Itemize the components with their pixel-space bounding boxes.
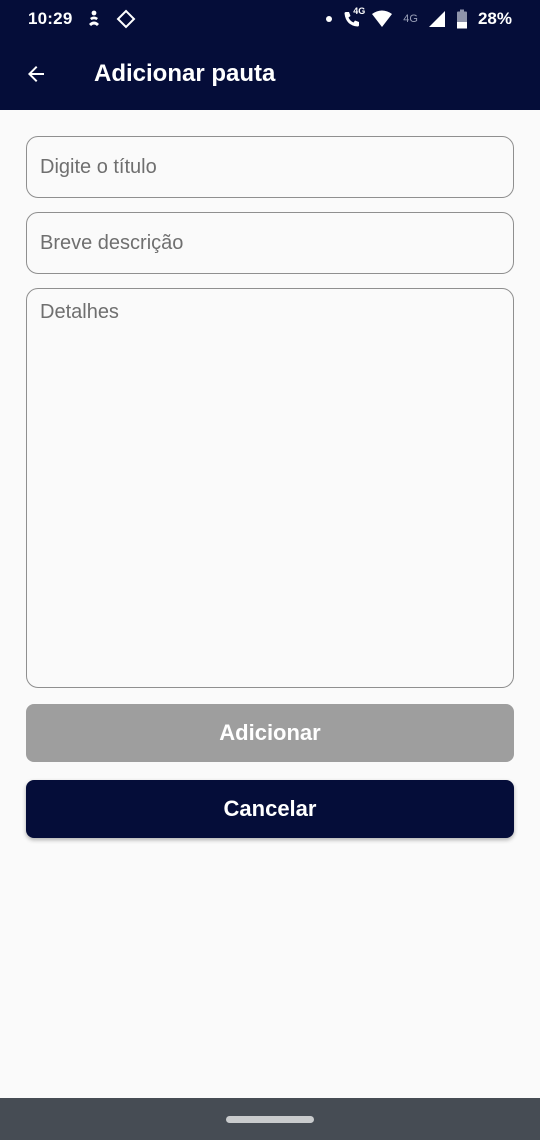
add-button[interactable]: Adicionar: [26, 704, 514, 762]
arrow-back-icon: [28, 66, 44, 82]
system-nav-bar: [0, 1098, 540, 1140]
wifi-icon: [371, 10, 393, 28]
battery-percentage: 28%: [477, 9, 512, 28]
accessibility-icon: [84, 9, 104, 29]
title-input[interactable]: [27, 137, 513, 197]
title-field: [26, 136, 514, 198]
status-time: 10:29: [28, 9, 73, 28]
notification-dot-icon: [325, 15, 333, 23]
signal-icon: [428, 10, 446, 28]
description-field: [26, 212, 514, 274]
calling-network-label: 4G: [353, 6, 366, 16]
description-input[interactable]: [27, 213, 513, 273]
home-gesture-handle[interactable]: [226, 1115, 314, 1123]
wifi-calling-icon: 4G: [343, 6, 365, 28]
battery-icon: [456, 9, 468, 29]
details-textarea[interactable]: [27, 289, 513, 687]
network-type-label: 4G: [403, 13, 418, 25]
page-title: Adicionar pauta: [94, 60, 276, 87]
app-bar: Adicionar pauta: [0, 38, 540, 110]
details-field: [26, 288, 514, 688]
gps-icon: [116, 9, 136, 29]
status-bar: 10:29 4G 4G 28%: [0, 0, 540, 38]
back-button[interactable]: [0, 38, 72, 110]
status-left: 10:29: [28, 9, 136, 29]
status-right: 4G 4G 28%: [325, 6, 512, 29]
cancel-button[interactable]: Cancelar: [26, 780, 514, 838]
